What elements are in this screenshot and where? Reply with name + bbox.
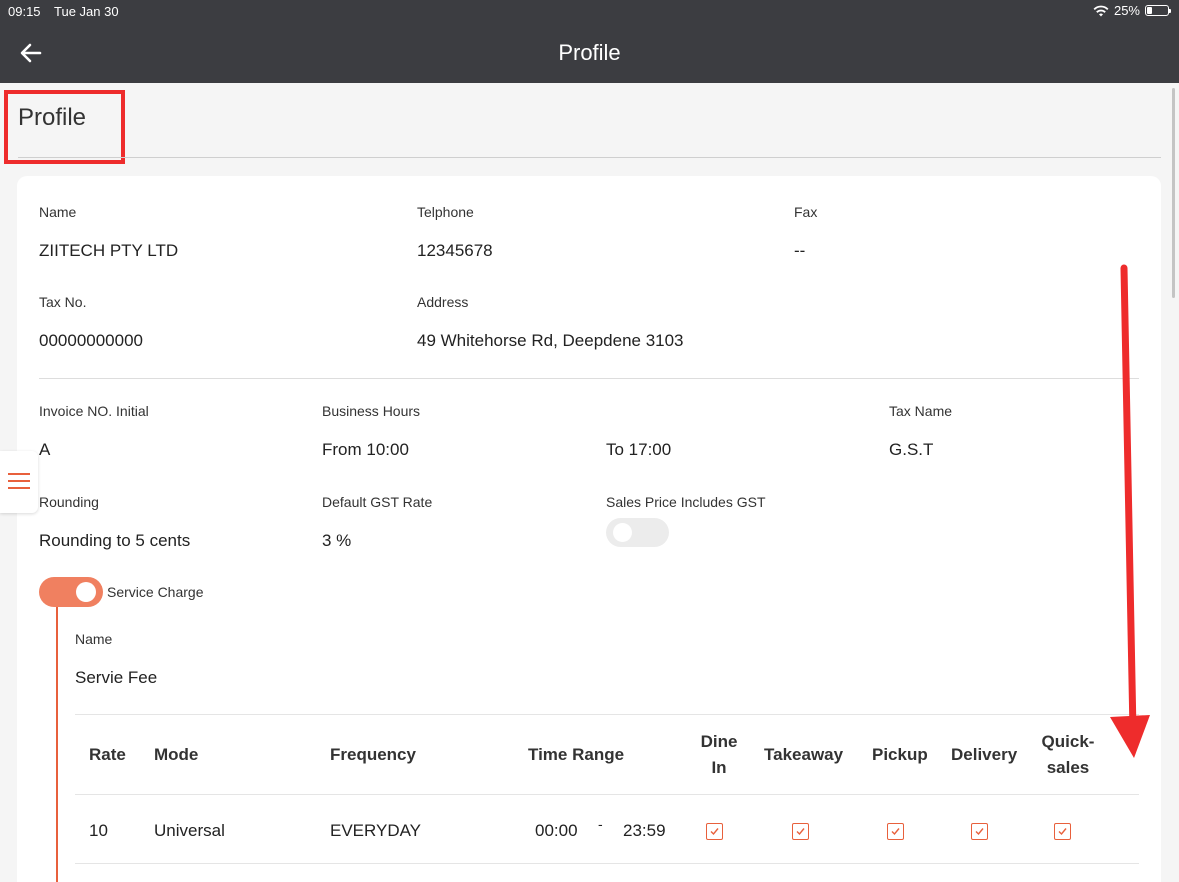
telephone-value: 12345678 bbox=[417, 241, 493, 260]
header-takeaway: Takeaway bbox=[764, 745, 844, 764]
title-divider bbox=[18, 157, 1161, 158]
cell-time-from: 00:00 bbox=[535, 821, 578, 840]
check-icon bbox=[891, 828, 900, 836]
address-value: 49 Whitehorse Rd, Deepdene 3103 bbox=[417, 331, 684, 350]
name-value: ZIITECH PTY LTD bbox=[39, 241, 179, 260]
table-top-divider bbox=[75, 714, 1139, 715]
cell-mode: Universal bbox=[154, 821, 225, 840]
side-menu-button[interactable] bbox=[0, 451, 38, 513]
gst-rate-value: 3 % bbox=[322, 531, 352, 550]
header-mode: Mode bbox=[154, 745, 199, 764]
takeaway-checkbox[interactable] bbox=[792, 823, 809, 840]
gst-rate-label: Default GST Rate bbox=[322, 494, 433, 510]
header-quick-sales-line2: sales bbox=[1046, 758, 1090, 777]
annotation-scroll-arrow-icon bbox=[1110, 264, 1150, 758]
nav-bar: Profile bbox=[0, 24, 1179, 83]
rounding-label: Rounding bbox=[39, 494, 99, 510]
header-quick-sales-line1: Quick- bbox=[1041, 732, 1095, 751]
fax-value: -- bbox=[794, 241, 806, 260]
pickup-checkbox[interactable] bbox=[887, 823, 904, 840]
header-frequency: Frequency bbox=[330, 745, 416, 764]
annotation-highlight-box bbox=[4, 90, 125, 164]
tax-name-value: G.S.T bbox=[889, 440, 934, 459]
cell-frequency: EVERYDAY bbox=[330, 821, 422, 840]
check-icon bbox=[796, 828, 805, 836]
includes-gst-toggle[interactable] bbox=[606, 518, 669, 547]
invoice-initial-value: A bbox=[39, 440, 51, 459]
delivery-checkbox[interactable] bbox=[971, 823, 988, 840]
tax-number-label: Tax No. bbox=[39, 294, 87, 310]
header-rate: Rate bbox=[89, 745, 126, 764]
battery-icon bbox=[1145, 5, 1171, 16]
header-dine-in-line2: In bbox=[711, 758, 727, 777]
toggle-knob bbox=[76, 582, 96, 602]
service-name-label: Name bbox=[75, 631, 113, 647]
service-tree-line bbox=[56, 607, 58, 882]
header-delivery: Delivery bbox=[951, 745, 1018, 764]
fax-label: Fax bbox=[794, 204, 818, 220]
service-name-value: Servie Fee bbox=[75, 668, 158, 687]
status-time: 09:15 bbox=[8, 4, 41, 19]
header-time-range: Time Range bbox=[528, 745, 625, 764]
includes-gst-label: Sales Price Includes GST bbox=[606, 494, 766, 510]
status-bar: 09:15 Tue Jan 30 25% bbox=[0, 0, 1179, 24]
business-hours-to: To 17:00 bbox=[606, 440, 672, 459]
table-row-divider bbox=[75, 863, 1139, 864]
check-icon bbox=[975, 828, 984, 836]
telephone-label: Telphone bbox=[417, 204, 474, 220]
header-pickup: Pickup bbox=[872, 745, 928, 764]
header-quick-sales: Quick- sales bbox=[1036, 729, 1100, 781]
status-date: Tue Jan 30 bbox=[54, 4, 119, 19]
service-charge-toggle[interactable] bbox=[39, 577, 103, 607]
cell-rate: 10 bbox=[89, 821, 108, 840]
rounding-value: Rounding to 5 cents bbox=[39, 531, 191, 550]
dine-in-checkbox[interactable] bbox=[706, 823, 723, 840]
tax-name-label: Tax Name bbox=[889, 403, 953, 419]
business-hours-label: Business Hours bbox=[322, 403, 421, 419]
status-right: 25% bbox=[1093, 3, 1171, 18]
scrollbar-thumb[interactable] bbox=[1172, 88, 1175, 298]
section-divider bbox=[39, 378, 1139, 379]
header-dine-in: Dine In bbox=[693, 729, 745, 781]
check-icon bbox=[1058, 828, 1067, 836]
wifi-icon bbox=[1093, 5, 1109, 16]
invoice-initial-label: Invoice NO. Initial bbox=[39, 403, 149, 419]
profile-card: Name ZIITECH PTY LTD Telphone 12345678 F… bbox=[17, 176, 1161, 882]
service-charge-label: Service Charge bbox=[107, 584, 204, 600]
quick-sales-checkbox[interactable] bbox=[1054, 823, 1071, 840]
name-label: Name bbox=[39, 204, 77, 220]
tax-number-value: 00000000000 bbox=[39, 331, 144, 350]
toggle-knob bbox=[613, 523, 632, 542]
cell-time-separator: - bbox=[598, 816, 603, 832]
check-icon bbox=[710, 828, 719, 836]
battery-percent: 25% bbox=[1113, 3, 1140, 18]
header-dine-in-line1: Dine bbox=[700, 732, 738, 751]
cell-time-to: 23:59 bbox=[623, 821, 666, 840]
business-hours-from: From 10:00 bbox=[322, 440, 409, 459]
nav-title: Profile bbox=[558, 40, 621, 65]
table-header-divider bbox=[75, 794, 1139, 795]
address-label: Address bbox=[417, 294, 469, 310]
